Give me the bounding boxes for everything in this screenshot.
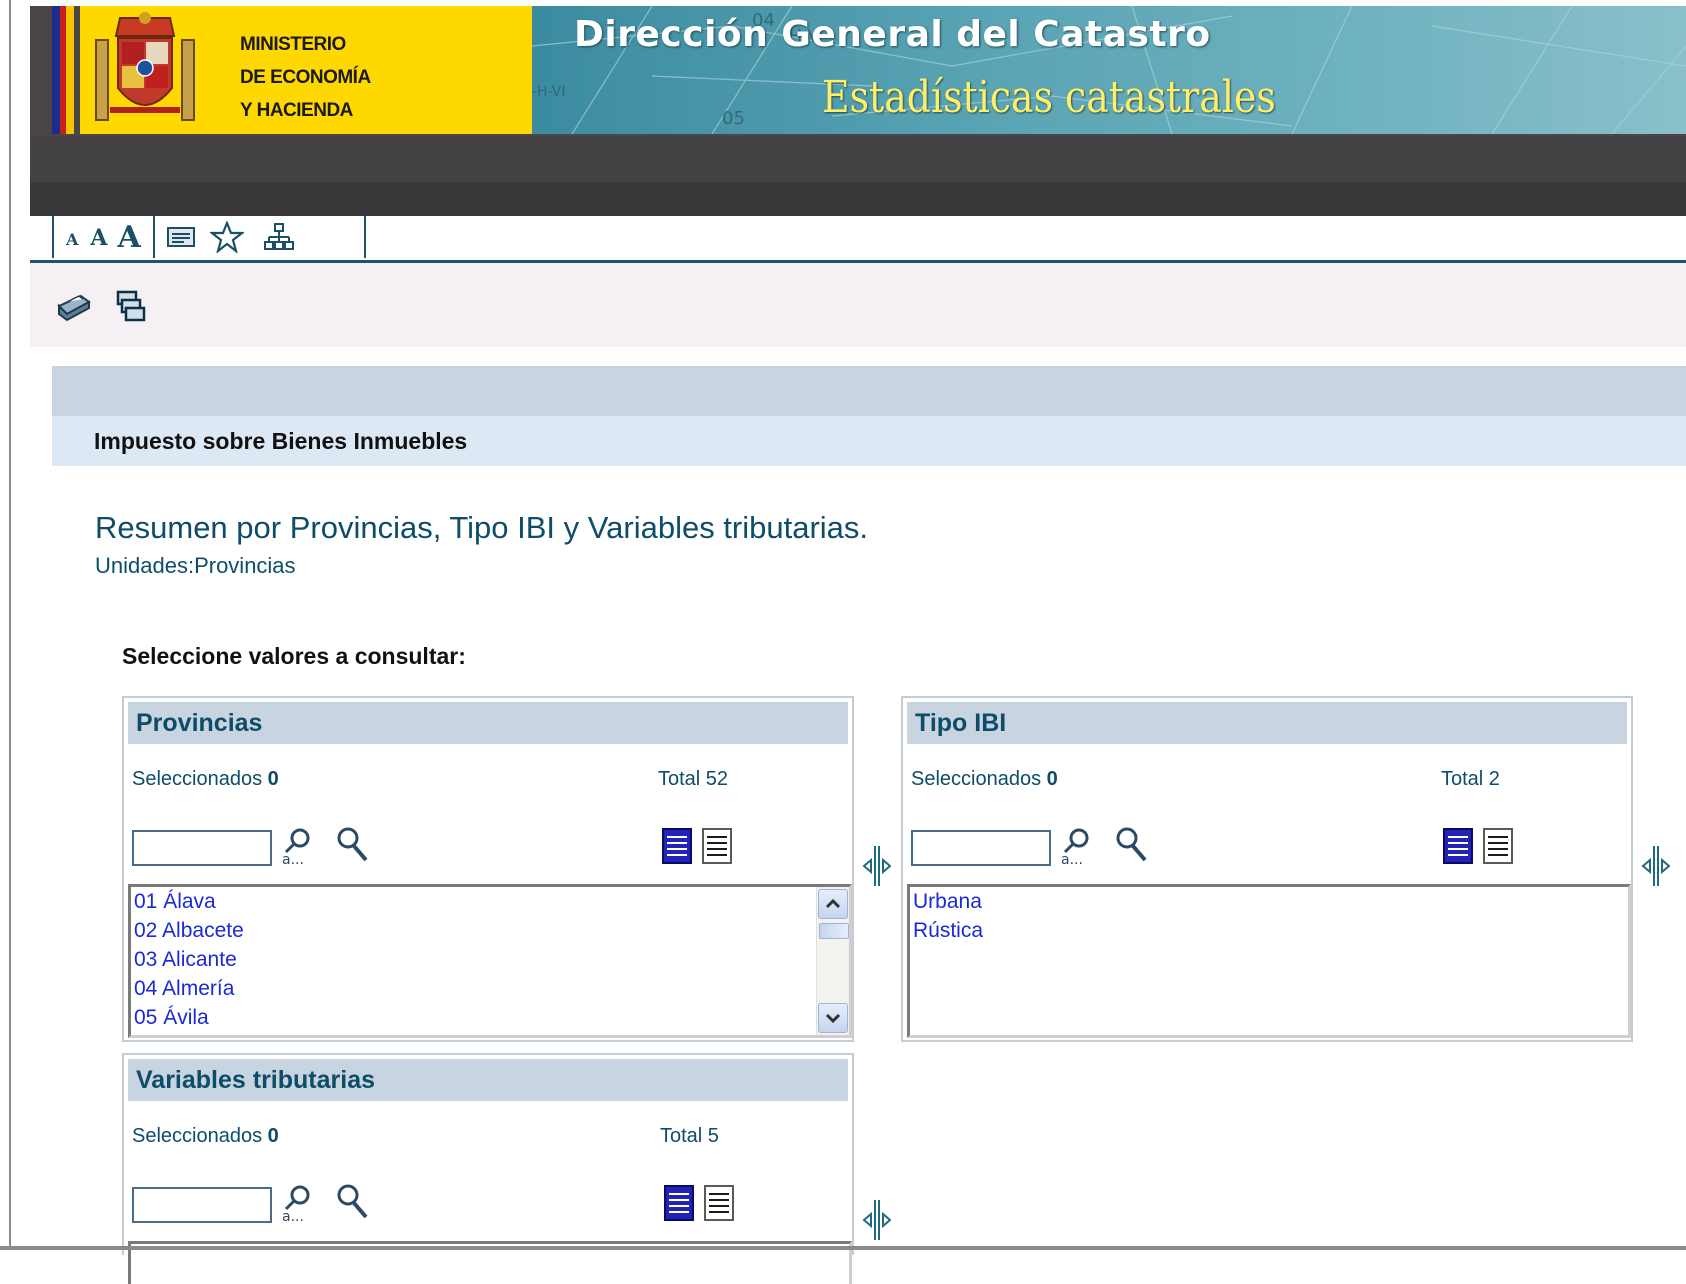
ministry-logo-block: MINISTERIO DE ECONOMÍA Y HACIENDA xyxy=(80,6,532,134)
list-item[interactable]: 04 Almería xyxy=(131,974,849,1003)
deselect-all-icon[interactable] xyxy=(1483,828,1513,864)
site-title: Dirección General del Catastro xyxy=(574,14,1211,55)
list-item[interactable]: Rústica xyxy=(910,916,1628,945)
panel-header: Tipo IBI xyxy=(907,702,1627,744)
resize-handle-icon[interactable] xyxy=(1640,846,1670,886)
toolbar-divider xyxy=(152,216,155,258)
tipo-ibi-list[interactable]: Urbana Rústica xyxy=(907,884,1631,1038)
site-subtitle: Estadísticas catastrales xyxy=(822,72,1276,123)
svg-text:a...: a... xyxy=(282,1209,304,1223)
sitemap-icon[interactable] xyxy=(253,217,305,257)
copy-pages-icon[interactable] xyxy=(114,288,150,324)
section-header: Impuesto sobre Bienes Inmuebles xyxy=(52,416,1686,466)
panel-title: Tipo IBI xyxy=(915,709,1007,737)
list-item[interactable]: 05 Ávila xyxy=(131,1003,849,1032)
chevron-down-icon xyxy=(825,1013,841,1023)
list-item[interactable]: 03 Alicante xyxy=(131,945,849,974)
svg-text:-H-VI: -H-VI xyxy=(532,84,566,100)
provincias-list[interactable]: 01 Álava 02 Albacete 03 Alicante 04 Alme… xyxy=(128,884,852,1038)
page-actions-bar xyxy=(30,263,1686,347)
content-header-strip xyxy=(52,366,1686,416)
chevron-up-icon xyxy=(825,899,841,909)
search-input[interactable] xyxy=(132,830,272,866)
panel-title: Provincias xyxy=(136,709,263,737)
total-count: Total 2 xyxy=(1441,768,1500,790)
list-item[interactable]: Urbana xyxy=(910,887,1628,916)
search-icon[interactable] xyxy=(336,826,370,864)
printer-icon[interactable] xyxy=(55,288,91,324)
spain-flag-stripe xyxy=(52,6,80,134)
scroll-thumb[interactable] xyxy=(819,923,849,939)
select-all-icon[interactable] xyxy=(662,828,692,864)
select-values-prompt: Seleccione valores a consultar: xyxy=(122,643,466,669)
font-size-small-button[interactable]: A xyxy=(66,230,78,249)
favorites-star-icon[interactable] xyxy=(201,217,253,257)
total-count: Total 5 xyxy=(660,1125,719,1147)
svg-text:a...: a... xyxy=(282,852,304,866)
search-by-name-icon[interactable]: a... xyxy=(1059,826,1095,866)
search-by-name-icon[interactable]: a... xyxy=(280,1183,316,1223)
search-input[interactable] xyxy=(132,1187,272,1223)
variables-tributarias-panel: Variables tributarias Seleccionados 0 To… xyxy=(122,1053,854,1284)
page-title: Resumen por Provincias, Tipo IBI y Varia… xyxy=(95,510,869,545)
selected-count: Seleccionados 0 xyxy=(132,1125,279,1147)
search-by-name-icon[interactable]: a... xyxy=(280,826,316,866)
navigation-bar xyxy=(30,136,1686,216)
svg-text:05: 05 xyxy=(722,108,745,129)
window-bottom-border xyxy=(0,1246,1686,1250)
svg-text:a...: a... xyxy=(1061,852,1083,866)
scroll-down-button[interactable] xyxy=(818,1003,848,1033)
deselect-all-icon[interactable] xyxy=(702,828,732,864)
panel-header: Variables tributarias xyxy=(128,1059,848,1101)
resize-handle-icon[interactable] xyxy=(861,1200,891,1240)
search-icon[interactable] xyxy=(1115,826,1149,864)
units-subtitle: Unidades:Provincias xyxy=(95,553,296,578)
search-input[interactable] xyxy=(911,830,1051,866)
select-all-icon[interactable] xyxy=(1443,828,1473,864)
selected-count: Seleccionados 0 xyxy=(911,768,1058,790)
section-title: Impuesto sobre Bienes Inmuebles xyxy=(94,428,468,454)
list-item[interactable]: 02 Albacete xyxy=(131,916,849,945)
total-count: Total 52 xyxy=(658,768,729,790)
font-size-medium-button[interactable]: A xyxy=(90,225,107,251)
list-scrollbar[interactable] xyxy=(816,887,849,1035)
panel-title: Variables tributarias xyxy=(136,1066,376,1094)
select-all-icon[interactable] xyxy=(664,1185,694,1221)
ministry-name: MINISTERIO DE ECONOMÍA Y HACIENDA xyxy=(240,34,371,121)
tipo-ibi-panel: Tipo IBI Seleccionados 0 Total 2 a... Ur… xyxy=(901,696,1633,1042)
provincias-panel: Provincias Seleccionados 0 Total 52 a...… xyxy=(122,696,854,1042)
search-icon[interactable] xyxy=(336,1183,370,1221)
scroll-up-button[interactable] xyxy=(818,889,848,919)
accessibility-toolbar: A A A xyxy=(30,216,1686,263)
selected-count: Seleccionados 0 xyxy=(132,768,279,790)
list-item[interactable]: 01 Álava xyxy=(131,887,849,916)
panel-header: Provincias xyxy=(128,702,848,744)
font-size-large-button[interactable]: A xyxy=(118,220,141,255)
window-left-border xyxy=(0,0,11,1250)
text-view-icon[interactable] xyxy=(161,217,201,257)
coat-of-arms-icon xyxy=(95,12,195,121)
deselect-all-icon[interactable] xyxy=(704,1185,734,1221)
resize-handle-icon[interactable] xyxy=(861,846,891,886)
